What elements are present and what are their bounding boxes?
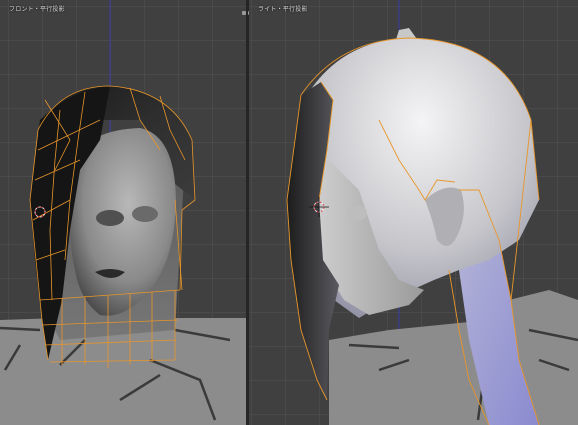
viewport-label-right: ライト・平行投影 (258, 6, 308, 13)
3d-cursor-icon[interactable] (249, 0, 578, 425)
3d-cursor-icon[interactable] (0, 0, 246, 425)
blender-window: フロント・平行投影 ライト・平行投影 (0, 0, 578, 425)
front-viewport[interactable]: フロント・平行投影 (0, 0, 246, 425)
viewport-label-front: フロント・平行投影 (9, 6, 65, 13)
right-viewport[interactable]: ライト・平行投影 (249, 0, 578, 425)
